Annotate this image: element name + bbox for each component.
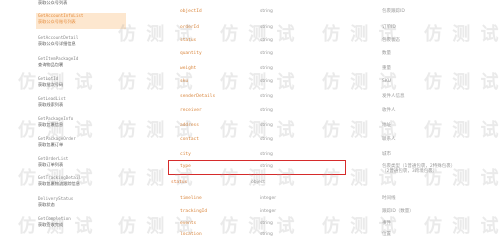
sidebar-item-desc: 获取线索列表 [38, 102, 64, 107]
watermark-text: 仿 测 试 [18, 120, 95, 141]
sidebar-item-desc: 获取状态 [38, 202, 55, 207]
watermark-text: 仿 测 试 [118, 120, 195, 141]
param-type: string [260, 152, 273, 157]
sidebar-item[interactable]: GetLeadList 获取线索列表 [38, 96, 124, 108]
table-row: timeline integer 时间线 [166, 196, 499, 202]
watermark-text: 仿 测 试 [424, 216, 499, 237]
table-row: quantity string 数量 [166, 51, 499, 57]
watermark-text: 仿 测 试 [220, 168, 297, 189]
sidebar-item-desc: 获取公众号详细信息 [38, 41, 76, 46]
table-row: receiver string 收件人 [166, 108, 499, 114]
param-desc: 时间线 [382, 196, 396, 201]
watermark-text: 仿 测 试 [118, 216, 195, 237]
param-desc: 发件人信息 [382, 94, 405, 99]
param-type: string [260, 51, 273, 56]
param-name: receiver [180, 108, 202, 113]
param-type: integer [260, 196, 277, 201]
table-row: objectId string 包裹跟踪ID [166, 9, 499, 15]
sidebar-item[interactable]: GetItemPackageId 查询物品包裹 [38, 56, 124, 68]
watermark-text: 仿 测 试 [424, 168, 499, 189]
table-row: city string 城市 [166, 152, 499, 158]
watermark-text: 仿 测 试 [220, 72, 297, 93]
watermark-text: 仿 测 试 [18, 72, 95, 93]
watermark-text: 仿 测 试 [18, 216, 95, 237]
watermark-text: 仿 测 试 [118, 72, 195, 93]
api-doc-screen: 获取公众号列表 GetAccountInfoList 获取公众号账号列表 Get… [0, 0, 499, 242]
watermark-text: 仿 测 试 [220, 120, 297, 141]
sidebar-item[interactable]: DeliveryStatus 获取状态 [38, 196, 124, 208]
table-row: senderDetails string 发件人信息 [166, 94, 499, 100]
param-name: quantity [180, 51, 202, 56]
param-type: string [260, 9, 273, 14]
sidebar-item-active[interactable]: GetAccountInfoList 获取公众号账号列表 [36, 13, 128, 29]
param-desc: 城市 [382, 152, 391, 157]
param-name: objectId [180, 9, 202, 14]
watermark-text: 仿 测 试 [322, 120, 399, 141]
watermark-text: 仿 测 试 [322, 24, 399, 45]
watermark-text: 仿 测 试 [322, 216, 399, 237]
param-desc: 数量 [382, 51, 391, 56]
param-name: senderDetails [180, 94, 216, 99]
sidebar-item[interactable]: GetAccountDetail 获取公众号详细信息 [38, 35, 124, 47]
watermark-text: 仿 测 试 [220, 24, 297, 45]
param-desc: 包裹跟踪ID [382, 9, 405, 14]
param-name: timeline [180, 196, 202, 201]
watermark-text: 仿 测 试 [322, 72, 399, 93]
watermark-text: 仿 测 试 [118, 24, 195, 45]
watermark-text: 仿 测 试 [424, 24, 499, 45]
watermark-text: 仿 测 试 [424, 120, 499, 141]
sidebar-item[interactable]: 获取公众号列表 [38, 0, 124, 6]
watermark-text: 仿 测 试 [118, 168, 195, 189]
sidebar-item-desc: 获取公众号账号列表 [38, 19, 76, 24]
param-name: city [180, 152, 191, 157]
watermark-text: 仿 测 试 [322, 168, 399, 189]
param-type: string [260, 108, 273, 113]
watermark-text: 仿 测 试 [18, 168, 95, 189]
sidebar-item-desc: 获取包裹订单 [38, 142, 64, 147]
watermark-text: 仿 测 试 [220, 216, 297, 237]
param-desc: 收件人 [382, 108, 396, 113]
param-type: string [260, 94, 273, 99]
watermark-text: 仿 测 试 [424, 72, 499, 93]
sidebar-item-desc: 获取公众号列表 [38, 0, 68, 5]
